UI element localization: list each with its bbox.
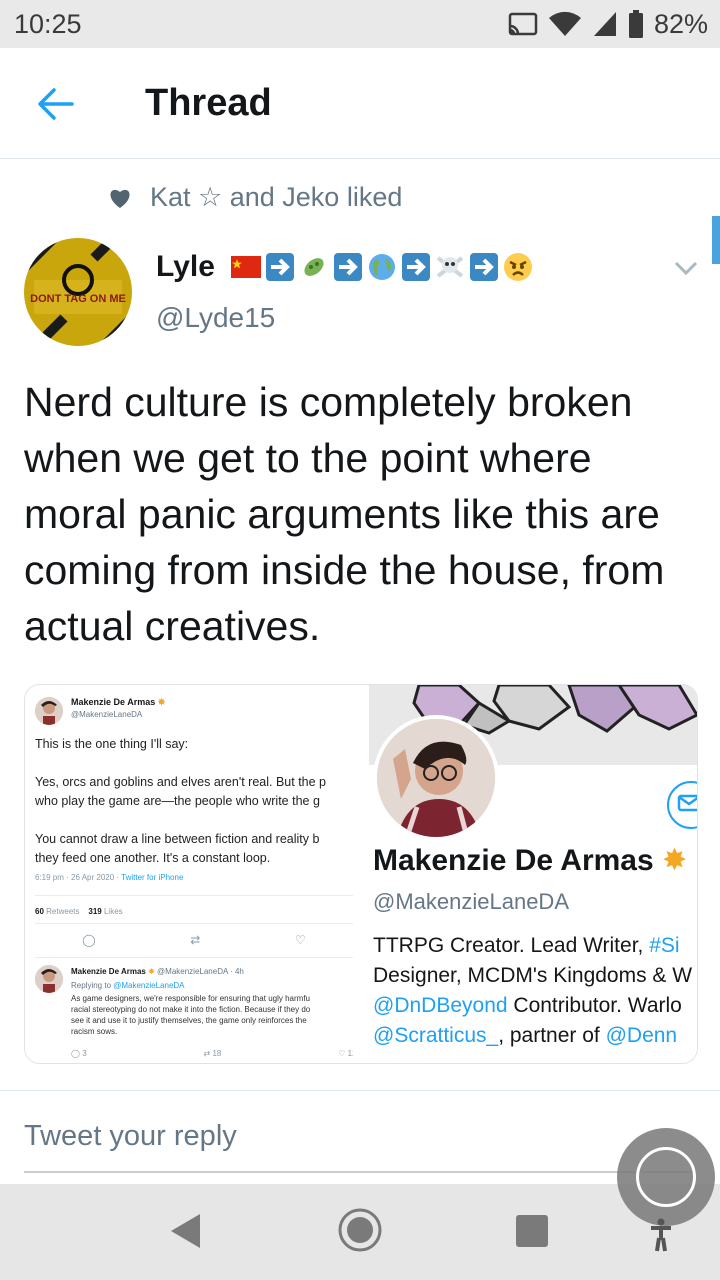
arrow-left-icon <box>38 88 74 120</box>
home-circle-icon <box>338 1208 382 1252</box>
nav-home-button[interactable] <box>338 1208 382 1252</box>
tweet-media[interactable]: Makenzie De Armas ✸ @MakenzieLaneDA This… <box>24 684 698 1064</box>
embedded-reply-to: Replying to @MakenzieLaneDA <box>71 981 185 990</box>
embedded-reply-actions: ◯ 3 ⇄ 18 ♡ 127 <box>71 1049 353 1058</box>
wifi-icon <box>548 10 582 38</box>
flag-cn-icon <box>230 252 261 282</box>
reply-icon: ◯ <box>71 1049 80 1058</box>
author-handle[interactable]: @Lyde15 <box>156 302 275 334</box>
avatar <box>35 697 63 725</box>
angry-face-icon <box>503 252 533 282</box>
tweet-menu-button[interactable] <box>672 254 700 282</box>
divider <box>35 895 353 896</box>
retweet-icon: ⇄ <box>190 933 201 947</box>
arrow-right-icon <box>265 252 295 282</box>
cast-icon <box>508 11 538 37</box>
battery-icon <box>628 10 644 38</box>
embedded-reply-author: Makenzie De Armas ✸ @MakenzieLaneDA · 4h <box>71 967 244 976</box>
social-context[interactable]: Kat ☆ and Jeko liked <box>108 182 402 213</box>
media-gap <box>353 685 369 1063</box>
like-icon: ♡ <box>294 933 306 947</box>
nav-back-button[interactable] <box>168 1212 204 1250</box>
reply-input[interactable]: Tweet your reply <box>24 1120 237 1153</box>
arrow-right-icon <box>401 252 431 282</box>
status-time: 10:25 <box>14 9 82 39</box>
author-name[interactable]: Lyle <box>156 250 533 284</box>
assistive-touch-button[interactable] <box>617 1128 715 1226</box>
battery-percent: 82% <box>653 8 708 39</box>
tweet-text: Nerd culture is completely broken when w… <box>24 379 665 649</box>
status-bar: 10:25 82% <box>0 0 720 48</box>
reply-icon: ◯ <box>82 933 96 947</box>
reply-input-underline <box>24 1171 696 1173</box>
embedded-tweet-text: This is the one thing I'll say: Yes, orc… <box>35 737 326 865</box>
author-avatar[interactable]: DONT TAG ON ME <box>24 238 132 346</box>
media-image-right[interactable]: Makenzie De Armas ✸ @MakenzieLaneDA TTRP… <box>369 685 697 1063</box>
divider <box>35 957 353 958</box>
message-button <box>667 781 697 829</box>
app-bar: Thread <box>0 48 720 159</box>
svg-text:DONT TAG ON ME: DONT TAG ON ME <box>30 293 126 305</box>
arrow-right-icon <box>469 252 499 282</box>
triangle-back-icon <box>171 1214 200 1248</box>
globe-icon <box>367 252 397 282</box>
like-icon: ♡ <box>338 1049 346 1058</box>
accessibility-icon[interactable] <box>650 1218 672 1252</box>
microbe-icon <box>299 252 329 282</box>
back-button[interactable] <box>34 82 78 126</box>
social-context-text: Kat ☆ and Jeko liked <box>150 182 403 212</box>
author-name-text: Lyle <box>156 250 215 283</box>
media-image-left[interactable]: Makenzie De Armas ✸ @MakenzieLaneDA This… <box>25 685 354 1063</box>
page-title: Thread <box>145 82 272 124</box>
skull-crossbones-icon <box>435 252 465 282</box>
embedded-tweet-meta: 6:19 pm · 26 Apr 2020 · Twitter for iPho… <box>35 873 184 882</box>
signal-icon <box>592 10 618 38</box>
heart-icon <box>110 189 130 208</box>
embedded-author-name: Makenzie De Armas ✸ <box>71 697 166 707</box>
status-icons: 82% <box>508 8 708 40</box>
embedded-tweet-actions: ◯ ⇄ ♡ <box>35 933 353 947</box>
nav-recents-button[interactable] <box>516 1215 548 1247</box>
profile-bio: TTRPG Creator. Lead Writer, #Si Designer… <box>373 934 693 1047</box>
profile-name: Makenzie De Armas ✸ <box>373 844 688 877</box>
arrow-right-icon <box>333 252 363 282</box>
chevron-down-icon <box>674 261 698 276</box>
profile-handle: @MakenzieLaneDA <box>373 889 569 914</box>
embedded-tweet-stats: 60 Retweets 319 Likes <box>35 907 123 916</box>
profile-avatar <box>373 715 499 841</box>
retweet-icon: ⇄ <box>203 1049 211 1058</box>
divider <box>35 923 353 924</box>
embedded-reply-text: As game designers, we're responsible for… <box>71 994 311 1036</box>
scrollbar[interactable] <box>712 216 720 264</box>
avatar <box>35 965 63 993</box>
embedded-author-handle: @MakenzieLaneDA <box>71 710 143 719</box>
mail-icon <box>677 794 697 812</box>
